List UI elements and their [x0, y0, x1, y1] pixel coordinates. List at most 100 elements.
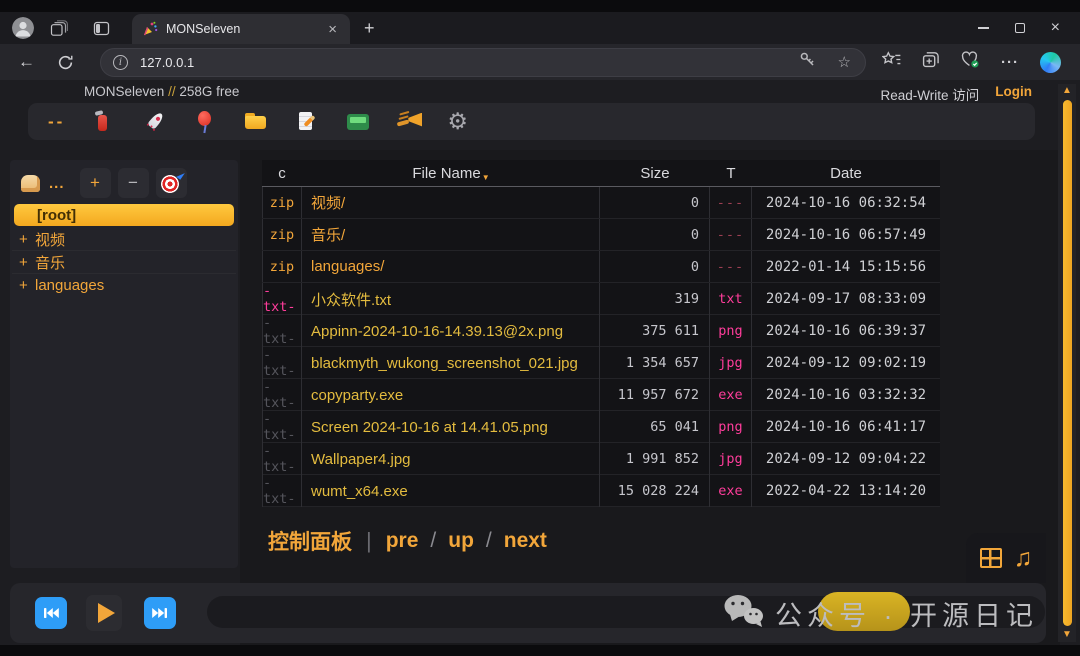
control-panel-link[interactable]: 控制面板: [268, 526, 352, 556]
balloon-icon[interactable]: [192, 109, 218, 135]
top-edge-strip: [0, 0, 1080, 12]
scroll-up-icon[interactable]: ▲: [1062, 84, 1072, 98]
previous-track-button[interactable]: [35, 597, 67, 629]
column-header-type[interactable]: T: [710, 165, 752, 182]
file-name-link[interactable]: Wallpaper4.jpg: [302, 443, 600, 475]
row-action-link[interactable]: zip: [262, 219, 302, 250]
footer-slash: /: [430, 529, 436, 553]
column-header-size[interactable]: Size: [600, 165, 710, 182]
row-action-link[interactable]: -txt-: [262, 315, 302, 347]
column-header-date[interactable]: Date: [752, 165, 940, 182]
table-row: zip视频/0---2024-10-16 06:32:54: [262, 187, 940, 219]
browser-menu-icon[interactable]: ···: [1001, 54, 1019, 71]
file-name-link[interactable]: Screen 2024-10-16 at 14.41.05.png: [302, 411, 600, 443]
site-name[interactable]: MONSeleven: [84, 84, 164, 99]
column-header-name[interactable]: File Name▼: [302, 165, 600, 182]
folder-icon[interactable]: [243, 109, 269, 135]
row-action-link[interactable]: -txt-: [262, 283, 302, 315]
workspaces-icon[interactable]: [42, 15, 76, 41]
row-action-link[interactable]: -txt-: [262, 411, 302, 443]
trumpet-icon[interactable]: [396, 109, 422, 135]
gear-icon[interactable]: ⚙: [447, 109, 468, 135]
window-maximize-button[interactable]: [1015, 23, 1025, 33]
refresh-icon[interactable]: [57, 54, 74, 71]
grid-view-icon[interactable]: [980, 548, 1002, 568]
tree-item-label: [root]: [37, 207, 76, 224]
column-header-c[interactable]: c: [262, 165, 302, 182]
collections-icon[interactable]: [922, 51, 940, 73]
browser-essentials-icon[interactable]: [961, 51, 980, 73]
tab-close-icon[interactable]: ×: [325, 21, 340, 38]
page-scrollbar[interactable]: ▲ ▼: [1058, 84, 1076, 642]
url-text[interactable]: 127.0.0.1: [140, 55, 799, 70]
tab-actions-icon[interactable]: [84, 15, 118, 41]
site-info-icon[interactable]: i: [113, 55, 128, 70]
rocket-icon[interactable]: [136, 103, 173, 140]
audio-note-icon[interactable]: ♫: [1014, 546, 1033, 571]
favorites-bar-icon[interactable]: [882, 51, 901, 73]
sidebar-item-music[interactable]: +音乐: [12, 251, 236, 274]
screen: MONSeleven × + × ← i 127.0.0.1 ☆: [0, 0, 1080, 656]
window-close-button[interactable]: ×: [1051, 20, 1060, 36]
url-field[interactable]: i 127.0.0.1 ☆: [100, 48, 866, 77]
footer-separator: |: [366, 528, 372, 554]
row-action-link[interactable]: -txt-: [262, 475, 302, 507]
scrollbar-thumb[interactable]: [1063, 100, 1072, 626]
tree-zoom-in-button[interactable]: +: [80, 168, 111, 198]
table-row: -txt-wumt_x64.exe15 028 224exe2022-04-22…: [262, 475, 940, 507]
file-name-link[interactable]: languages/: [302, 251, 600, 282]
favorite-star-icon[interactable]: ☆: [838, 53, 851, 71]
browser-tab-strip: MONSeleven × + ×: [0, 12, 1080, 44]
row-action-link[interactable]: -txt-: [262, 443, 302, 475]
new-tab-button[interactable]: +: [364, 18, 375, 39]
tree-expand-icon[interactable]: +: [19, 277, 35, 294]
pager-icon[interactable]: [345, 109, 371, 135]
next-track-button[interactable]: [144, 597, 176, 629]
file-date: 2024-10-16 06:39:37: [752, 315, 940, 347]
tree-expand-icon[interactable]: +: [19, 231, 35, 248]
extinguisher-icon[interactable]: [90, 109, 116, 135]
watermark: 公众号 · 开源日记: [723, 589, 1038, 637]
browser-tab[interactable]: MONSeleven ×: [132, 14, 350, 44]
copilot-icon[interactable]: [1040, 52, 1061, 73]
file-name-link[interactable]: 小众软件.txt: [302, 283, 600, 315]
file-name-link[interactable]: Appinn-2024-10-16-14.39.13@2x.png: [302, 315, 600, 347]
file-name-link[interactable]: 音乐/: [302, 219, 600, 250]
jump-to-folder-button[interactable]: [156, 168, 187, 198]
file-type: exe: [710, 379, 752, 411]
password-key-icon[interactable]: [799, 51, 816, 73]
file-size: 0: [600, 251, 710, 282]
tree-expand-icon[interactable]: +: [19, 254, 35, 271]
sidebar-item-root[interactable]: [root]: [14, 204, 234, 226]
site-separator: //: [168, 84, 176, 99]
login-link[interactable]: Login: [995, 84, 1032, 104]
nav-link-up[interactable]: up: [448, 529, 474, 553]
file-name-link[interactable]: wumt_x64.exe: [302, 475, 600, 507]
file-type: jpg: [710, 347, 752, 379]
sidebar-dots[interactable]: ...: [49, 175, 65, 192]
sidebar-item-videos[interactable]: +视频: [12, 228, 236, 251]
memo-icon[interactable]: [294, 109, 320, 135]
tree-zoom-out-button[interactable]: −: [118, 168, 149, 198]
play-button[interactable]: [86, 595, 122, 631]
file-name-link[interactable]: copyparty.exe: [302, 379, 600, 411]
dashes-icon[interactable]: --: [48, 109, 65, 135]
breadcrumb-toggle-bread-icon[interactable]: [20, 173, 42, 193]
file-type: ---: [710, 251, 752, 282]
file-name-link[interactable]: blackmyth_wukong_screenshot_021.jpg: [302, 347, 600, 379]
scroll-down-icon[interactable]: ▼: [1062, 628, 1072, 642]
file-date: 2022-04-22 13:14:20: [752, 475, 940, 507]
back-button-icon[interactable]: ←: [18, 52, 35, 72]
nav-link-next[interactable]: next: [504, 529, 547, 553]
window-minimize-button[interactable]: [978, 27, 989, 29]
sidebar-item-languages[interactable]: +languages: [12, 274, 236, 297]
row-action-link[interactable]: -txt-: [262, 347, 302, 379]
row-action-link[interactable]: zip: [262, 187, 302, 218]
nav-link-pre[interactable]: pre: [386, 529, 419, 553]
profile-avatar-icon[interactable]: [12, 17, 34, 39]
row-action-link[interactable]: zip: [262, 251, 302, 282]
table-row: -txt-Wallpaper4.jpg1 991 852jpg2024-09-1…: [262, 443, 940, 475]
row-action-link[interactable]: -txt-: [262, 379, 302, 411]
file-name-link[interactable]: 视频/: [302, 187, 600, 218]
play-icon: [98, 603, 115, 623]
